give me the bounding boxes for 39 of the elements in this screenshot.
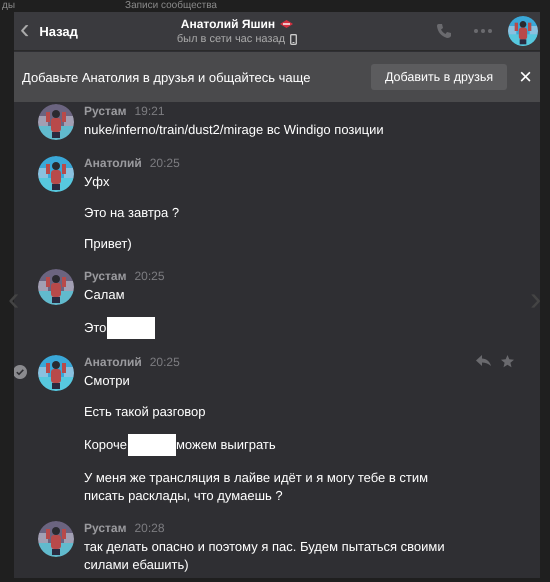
reply-icon[interactable] — [476, 355, 491, 367]
message-time: 20:25 — [150, 355, 180, 370]
redaction-box — [107, 317, 156, 339]
author-name[interactable]: Анатолий — [84, 355, 142, 370]
background-text: ды — [2, 0, 16, 12]
message-text: nuke/inferno/train/dust2/mirage вс Windigo позиции — [84, 121, 384, 139]
add-friend-button[interactable]: Добавить в друзья — [370, 64, 508, 90]
message-time: 20:25 — [134, 269, 165, 284]
more-icon[interactable] — [474, 29, 492, 33]
message-text: Смотри — [84, 372, 130, 390]
phone-icon — [290, 34, 298, 44]
back-button[interactable]: ‹ Назад — [20, 24, 78, 38]
selection-check-icon[interactable] — [14, 365, 27, 379]
friend-suggestion-text: Добавьте Анатолия в друзья и общайтесь чаще — [22, 70, 312, 84]
author-name[interactable]: Рустам — [84, 104, 126, 119]
message-text: Короче — [84, 436, 127, 454]
author-name[interactable]: Рустам — [84, 269, 126, 284]
message-text: Это на завтра ? — [84, 204, 180, 222]
message-text: можем выиграть — [176, 436, 276, 454]
close-button[interactable]: × — [519, 66, 532, 88]
star-icon[interactable] — [501, 355, 514, 368]
message-text: Салам — [84, 286, 125, 304]
message-time: 19:21 — [134, 104, 165, 119]
message-time: 20:25 — [150, 156, 180, 171]
call-icon[interactable] — [436, 23, 452, 39]
message-text: У меня же трансляция в лайве идёт и я могу тебе в стим писать расклады, что думаешь ? — [84, 469, 430, 505]
author-name[interactable]: Анатолий — [84, 156, 142, 171]
message-text: Это — [84, 319, 106, 337]
badge-icon — [280, 20, 294, 28]
online-status: был в сети час назад — [176, 33, 286, 45]
message-time: 20:28 — [134, 521, 165, 536]
redaction-box — [128, 434, 176, 456]
contact-name: Анатолий Яшин — [180, 17, 276, 31]
message-text: так делать опасно и поэтому я пас. Будем пытаться своими силами ебашить) — [84, 538, 446, 574]
background-text: Записи сообщества — [125, 0, 217, 12]
message-text: Привет) — [84, 235, 132, 253]
message-text: Уфх — [84, 173, 110, 191]
message-text: Есть такой разговор — [84, 403, 206, 421]
author-name[interactable]: Рустам — [84, 521, 126, 536]
